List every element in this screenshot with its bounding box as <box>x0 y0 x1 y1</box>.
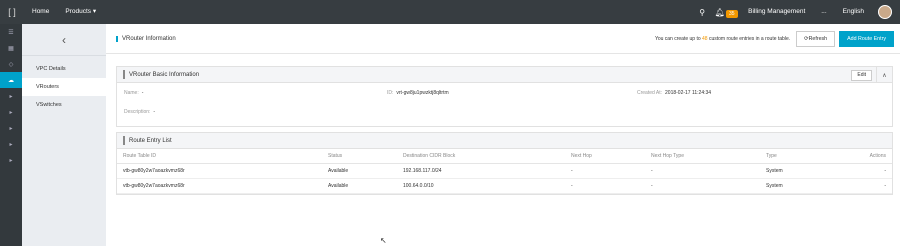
vrouter-basic-info-panel: VRouter Basic Information Edit ∧ Name: - … <box>116 66 893 127</box>
cloud-icon[interactable]: ☁ <box>0 72 22 88</box>
user-avatar[interactable] <box>878 5 892 19</box>
notice-prefix: You can create up to <box>654 35 703 42</box>
id-label: ID: <box>387 89 394 96</box>
next-hop-type-cell: - <box>645 178 760 194</box>
id-value: vrt-gw8ju1pwzktj8qltrtm <box>396 89 449 96</box>
name-field: Name: - <box>124 90 143 96</box>
subnav-item-vpc-details[interactable]: VPC Details <box>22 60 106 78</box>
name-value: - <box>141 89 144 96</box>
main-content: VRouter Information You can create up to… <box>106 24 900 246</box>
chevron-right-icon[interactable]: ▸ <box>0 152 22 168</box>
chevron-right-icon[interactable]: ▸ <box>0 104 22 120</box>
left-icon-rail: ☰ ▦ ◇ ☁ ▸ ▸ ▸ ▸ ▸ <box>0 24 22 246</box>
collapse-chevron-icon[interactable]: ∧ <box>876 67 892 83</box>
next-hop-cell: - <box>565 163 645 179</box>
chevron-right-icon[interactable]: ▸ <box>0 136 22 152</box>
id-field: ID: vrt-gw8ju1pwzktj8qltrtm <box>387 90 449 96</box>
vpc-sub-navigation: ‹ VPC Details VRouters VSwitches <box>22 24 106 246</box>
subnav-item-vswitches[interactable]: VSwitches <box>22 96 106 114</box>
table-row: vtb-gw80y2w7aoazkvmz68r Available 100.64… <box>117 178 892 194</box>
destination-cidr-cell: 100.64.0.0/10 <box>397 178 565 194</box>
col-status: Status <box>322 149 397 164</box>
type-cell: System <box>760 163 850 179</box>
col-destination-cidr: Destination CIDR Block <box>397 149 565 164</box>
section-marker <box>123 136 125 145</box>
basic-info-title: VRouter Basic Information <box>129 71 200 78</box>
description-value: - <box>153 108 156 115</box>
destination-cidr-cell: 192.168.117.0/24 <box>397 163 565 179</box>
route-list-header: Route Entry List <box>117 133 892 149</box>
page-header: VRouter Information You can create up to… <box>106 24 900 54</box>
description-label: Description: <box>124 108 151 115</box>
notice-suffix: custom route entries in a route table. <box>707 35 791 42</box>
network-icon[interactable]: ◇ <box>0 56 22 72</box>
products-label: Products <box>65 8 91 15</box>
top-navigation-bar: [ ] Home Products ▾ ⚲ 🔔︎ 35 Billing Manag… <box>0 0 900 24</box>
back-chevron-icon[interactable]: ‹ <box>22 24 106 56</box>
grid-icon[interactable]: ▦ <box>0 40 22 56</box>
route-table-id-cell: vtb-gw80y2w7aoazkvmz68r <box>117 163 322 179</box>
products-menu[interactable]: Products ▾ <box>57 0 104 24</box>
name-label: Name: <box>124 89 139 96</box>
basic-info-header: VRouter Basic Information Edit ∧ <box>117 67 892 83</box>
basic-info-row: Name: - ID: vrt-gw8ju1pwzktj8qltrtm Create… <box>117 83 892 102</box>
chevron-right-icon[interactable]: ▸ <box>0 88 22 104</box>
console-logo-icon[interactable]: [ ] <box>0 0 24 24</box>
notification-bell[interactable]: 🔔︎ 35 <box>712 7 740 18</box>
page-title: VRouter Information <box>116 35 176 42</box>
add-route-entry-button[interactable]: Add Route Entry <box>839 30 894 47</box>
col-actions: Actions <box>850 149 892 164</box>
subnav-item-vrouters[interactable]: VRouters <box>22 78 106 96</box>
route-entry-list-panel: Route Entry List Route Table ID Status D… <box>116 132 893 195</box>
actions-cell: - <box>850 178 892 194</box>
created-value: 2018-02-17 11:24:34 <box>665 89 712 96</box>
actions-cell: - <box>850 163 892 179</box>
refresh-button[interactable]: ⟳ Refresh <box>796 30 836 47</box>
language-selector[interactable]: English <box>835 0 872 24</box>
search-icon[interactable]: ⚲ <box>692 8 712 17</box>
description-row: Description: - <box>117 102 892 121</box>
route-entry-table: Route Table ID Status Destination CIDR B… <box>117 149 892 194</box>
billing-management-link[interactable]: Billing Management <box>740 0 813 24</box>
bell-icon: 🔔︎ <box>714 7 725 17</box>
edit-button[interactable]: Edit <box>851 70 872 81</box>
caret-down-icon: ▾ <box>92 8 97 15</box>
next-hop-type-cell: - <box>645 163 760 179</box>
menu-icon[interactable]: ☰ <box>0 24 22 40</box>
home-link[interactable]: Home <box>24 0 57 24</box>
next-hop-cell: - <box>565 178 645 194</box>
created-field: Created At: 2018-02-17 11:24:34 <box>637 90 711 96</box>
refresh-label: Refresh <box>808 35 828 42</box>
type-cell: System <box>760 178 850 194</box>
more-menu[interactable]: ... <box>813 0 834 24</box>
col-route-table-id: Route Table ID <box>117 149 322 164</box>
created-label: Created At: <box>637 89 663 96</box>
status-cell: Available <box>322 178 397 194</box>
col-type: Type <box>760 149 850 164</box>
route-list-title: Route Entry List <box>129 137 172 144</box>
route-quota-notice: You can create up to 48 custom route ent… <box>655 36 790 42</box>
col-next-hop: Next Hop <box>565 149 645 164</box>
col-next-hop-type: Next Hop Type <box>645 149 760 164</box>
chevron-right-icon[interactable]: ▸ <box>0 120 22 136</box>
notification-count-badge: 35 <box>725 9 738 18</box>
route-table-id-cell: vtb-gw80y2w7aoazkvmz68r <box>117 178 322 194</box>
mouse-pointer-icon: ↖ <box>380 236 387 245</box>
table-header-row: Route Table ID Status Destination CIDR B… <box>117 149 892 164</box>
table-row: vtb-gw80y2w7aoazkvmz68r Available 192.16… <box>117 163 892 179</box>
section-marker <box>123 70 125 79</box>
status-cell: Available <box>322 163 397 179</box>
